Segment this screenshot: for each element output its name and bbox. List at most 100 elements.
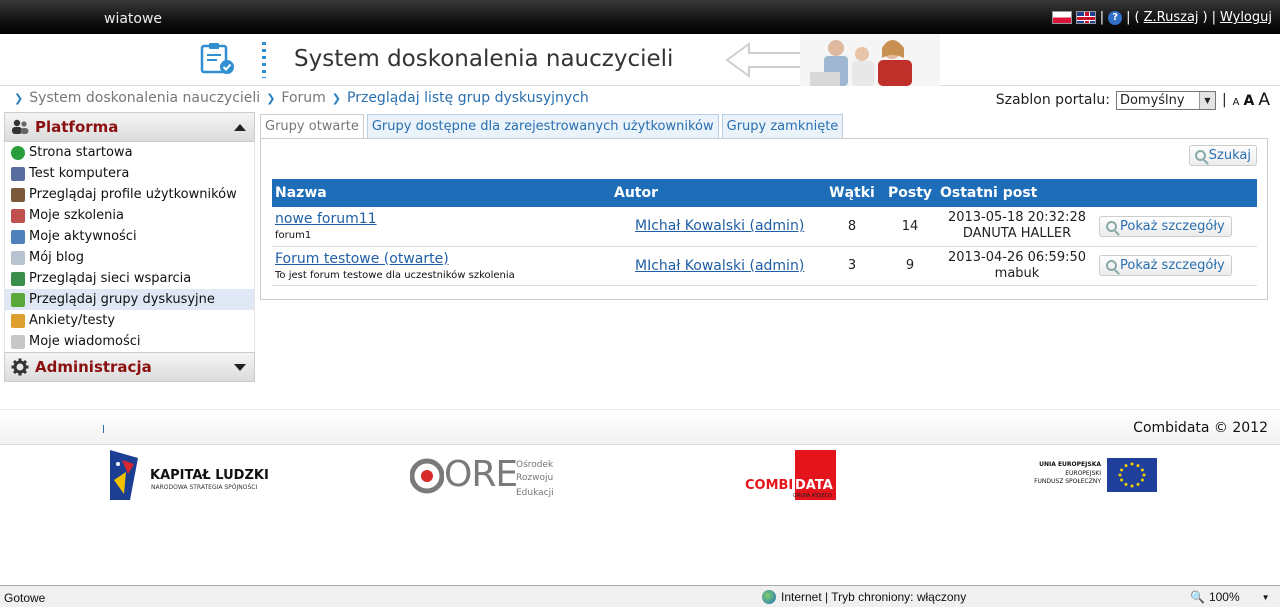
clipboard-check-icon — [200, 43, 234, 74]
sidebar-item[interactable]: Moje szkolenia — [5, 205, 254, 226]
sidebar-item-label: Strona startowa — [29, 145, 133, 160]
sidebar-item-label: Moje wiadomości — [29, 334, 141, 349]
books-icon — [11, 208, 25, 223]
survey-icon — [11, 313, 25, 328]
chevron-down-icon: ▼ — [1261, 592, 1270, 602]
sidebar-item-label: Moje aktywności — [29, 229, 137, 244]
sidebar-section-platforma[interactable]: Platforma — [4, 112, 255, 142]
cell-name: Forum testowe (otwarte) To jest forum tes… — [272, 246, 611, 286]
search-button[interactable]: Szukaj — [1188, 145, 1257, 166]
font-size-small[interactable]: A — [1233, 97, 1240, 108]
expand-icon[interactable] — [234, 364, 246, 371]
sidebar-item-label: Przeglądaj grupy dyskusyjne — [29, 292, 215, 307]
column-header-posts[interactable]: Posty — [883, 179, 937, 207]
zoom-level: 100% — [1208, 590, 1240, 604]
tab-open-groups[interactable]: Grupy otwarte — [260, 114, 364, 138]
cell-last-post: 2013-05-18 20:32:28 DANUTA HALLER — [937, 207, 1097, 247]
table-header-row: Nazwa Autor Wątki Posty Ostatni post — [272, 179, 1257, 207]
template-selector: Szablon portalu: Domyślny ▼ | A A A — [996, 90, 1270, 110]
forum-name-link[interactable]: nowe forum11 — [275, 211, 611, 227]
user-profile-link[interactable]: Z.Ruszaj — [1144, 10, 1199, 25]
eu-logo: UNIA EUROPEJSKA EUROPEJSKI FUNDUSZ SPOŁE… — [1030, 456, 1160, 496]
logo-text-right: DATA — [795, 478, 833, 493]
logo-subtitle: NARODOWA STRATEGIA SPÓJNOŚCI — [151, 484, 258, 491]
column-header-author[interactable]: Autor — [611, 179, 821, 207]
sidebar-item[interactable]: Moje aktywności — [5, 226, 254, 247]
footer-mark — [103, 425, 104, 433]
copyright: Combidata © 2012 — [1133, 420, 1268, 436]
last-post-date: 2013-04-26 06:59:50 — [947, 249, 1087, 265]
cell-threads: 8 — [821, 207, 883, 247]
header-divider — [262, 42, 266, 78]
column-header-name[interactable]: Nazwa — [272, 179, 611, 207]
users-icon — [12, 119, 29, 134]
chevron-right-icon: ❯ — [14, 91, 24, 105]
logo-subtitle: GRUPA ASSECO — [793, 493, 833, 499]
sidebar-item-label: Przeglądaj profile użytkowników — [29, 187, 237, 202]
show-details-button[interactable]: Pokaż szczegóły — [1099, 215, 1232, 237]
cell-last-post: 2013-04-26 06:59:50 mabuk — [937, 246, 1097, 286]
activity-icon — [11, 229, 25, 244]
logo-line: UNIA EUROPEJSKA — [1039, 461, 1101, 468]
sidebar-item[interactable]: Przeglądaj profile użytkowników — [5, 184, 254, 205]
logo-line: Edukacji — [516, 488, 554, 498]
column-header-last-post[interactable]: Ostatni post — [937, 179, 1097, 207]
font-size-large[interactable]: A — [1258, 90, 1270, 110]
forum-table: Nazwa Autor Wątki Posty Ostatni post now… — [272, 179, 1257, 286]
table-row: nowe forum11 forum1 MIchał Kowalski (admin… — [272, 207, 1257, 247]
logout-link[interactable]: Wyloguj — [1220, 10, 1272, 25]
breadcrumb-item[interactable]: System doskonalenia nauczycieli — [29, 90, 260, 106]
column-header-threads[interactable]: Wątki — [821, 179, 883, 207]
computer-icon — [11, 166, 25, 181]
tab-registered-groups[interactable]: Grupy dostępne dla zarejestrowanych użyt… — [366, 114, 719, 138]
tab-closed-groups[interactable]: Grupy zamknięte — [721, 114, 844, 138]
help-icon[interactable]: ? — [1108, 10, 1123, 25]
cell-posts: 9 — [883, 246, 937, 286]
sidebar-section-administracja[interactable]: Administracja — [4, 352, 255, 382]
show-details-button[interactable]: Pokaż szczegóły — [1099, 255, 1232, 276]
font-size-medium[interactable]: A — [1244, 93, 1255, 109]
author-link[interactable]: MIchał Kowalski (admin) — [635, 258, 804, 274]
forum-name-link[interactable]: Forum testowe (otwarte) — [275, 251, 611, 267]
sidebar-item[interactable]: Przeglądaj sieci wsparcia — [5, 268, 254, 289]
kapital-ludzki-logo: KAPITAŁ LUDZKI NARODOWA STRATEGIA SPÓJNO… — [110, 450, 270, 500]
sidebar-item[interactable]: Ankiety/testy — [5, 310, 254, 331]
search-button-label: Szukaj — [1208, 148, 1251, 163]
logo-line: Rozwoju — [516, 473, 554, 483]
last-post-date: 2013-05-18 20:32:28 — [947, 210, 1087, 226]
security-zone[interactable]: Internet | Tryb chroniony: włączony — [762, 590, 966, 604]
logo-title: KAPITAŁ LUDZKI — [150, 468, 269, 483]
sidebar-item[interactable]: Strona startowa — [5, 142, 254, 163]
template-selected-value: Domyślny — [1119, 92, 1185, 108]
forum-panel: Szukaj Nazwa Autor Wątki Posty Ostatni p… — [260, 138, 1268, 300]
forum-tabs: Grupy otwarte Grupy dostępne dla zarejes… — [260, 114, 844, 138]
kapital-ludzki-emblem — [110, 450, 138, 500]
cell-actions: Pokaż szczegóły — [1097, 207, 1257, 247]
breadcrumb-item[interactable]: Forum — [281, 90, 325, 106]
show-details-label: Pokaż szczegóły — [1120, 258, 1225, 273]
sidebar-item[interactable]: Przeglądaj grupy dyskusyjne — [5, 289, 254, 310]
sidebar-item[interactable]: Moje wiadomości — [5, 331, 254, 352]
ore-emblem — [410, 458, 444, 494]
template-dropdown[interactable]: Domyślny ▼ — [1115, 90, 1216, 110]
sponsor-logos: KAPITAŁ LUDZKI NARODOWA STRATEGIA SPÓJNO… — [0, 446, 1280, 506]
sidebar-item[interactable]: Test komputera — [5, 163, 254, 184]
english-flag-icon[interactable] — [1075, 11, 1096, 24]
cell-author: MIchał Kowalski (admin) — [611, 246, 821, 286]
combidata-logo: COMBI DATA GRUPA ASSECO — [745, 450, 840, 502]
zoom-icon: 🔍 — [1190, 590, 1205, 604]
author-link[interactable]: MIchał Kowalski (admin) — [635, 218, 804, 234]
discussion-icon — [11, 292, 25, 307]
paren-open: ( — [1134, 10, 1140, 25]
sidebar-item[interactable]: Mój blog — [5, 247, 254, 268]
breadcrumb-current[interactable]: Przeglądaj listę grup dyskusyjnych — [347, 90, 589, 106]
template-label: Szablon portalu: — [995, 92, 1110, 108]
show-details-label: Pokaż szczegóły — [1120, 218, 1225, 234]
top-bar: wiatowe | ? | ( Z.Ruszaj ) | Wyloguj — [0, 0, 1280, 34]
collapse-icon[interactable] — [234, 124, 246, 131]
sidebar-section-label: Administracja — [35, 358, 152, 376]
zoom-control[interactable]: 🔍 100% ▼ — [1190, 590, 1270, 604]
sidebar: Platforma Strona startowa Test komputera P… — [4, 112, 255, 382]
polish-flag-icon[interactable] — [1051, 11, 1072, 24]
status-text: Gotowe — [4, 591, 46, 605]
